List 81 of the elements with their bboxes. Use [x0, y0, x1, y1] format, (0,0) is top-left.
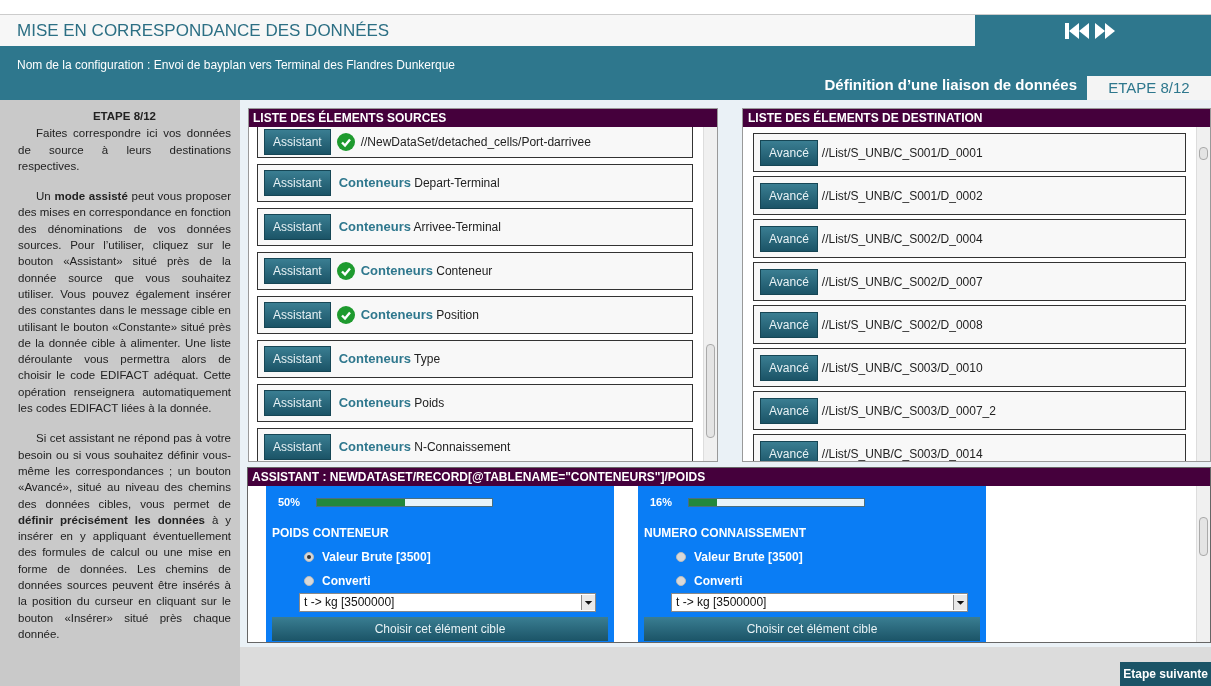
destination-row[interactable]: Avancé //List/S_UNB/C_S002/D_0008	[753, 305, 1186, 344]
option-label: Converti	[322, 572, 371, 590]
caret-icon	[953, 594, 967, 610]
source-field: Conteneurs Conteneur	[360, 261, 493, 281]
assistant-button[interactable]: Assistant	[264, 390, 331, 416]
source-row[interactable]: Assistant Conteneurs Type	[257, 340, 693, 378]
help-paragraph: Un mode assisté peut vous proposer des mises en correspondance en fonction des dénominations de vos données sources. Pour l’utiliser, cliquez sur le bouton «Assistant» situé près de la donnée source que vous souhaitez utiliser. Vous pouvez également insérer des constantes dans le message cible en utilisant le bouton «Constante» situé près de la donnée cible à alimenter. Une liste déroulante vous permettra alors de choisir le code EDIFACT adéquat. Cette opération renseignera automatiquement les codes EDIFACT liées à la donnée.	[18, 189, 231, 417]
panel-header: ASSISTANT : NEWDATASET/RECORD[@TABLENAME="CONTENEURS"]/POIDS	[248, 468, 1210, 486]
source-field: Conteneurs Depart-Terminal	[338, 173, 500, 193]
destination-row[interactable]: Avancé //List/S_UNB/C_S003/D_0014	[753, 434, 1186, 461]
assistant-button[interactable]: Assistant	[264, 170, 331, 196]
assistant-button[interactable]: Assistant	[264, 214, 331, 240]
step-title: Définition d’une liaison de données	[824, 74, 1077, 95]
destination-row[interactable]: Avancé //List/S_UNB/C_S003/D_0010	[753, 348, 1186, 387]
match-percentage: 16%	[650, 495, 674, 510]
option-label: Converti	[694, 572, 743, 590]
source-path: //NewDataSet/detached_cells/Port-darrivee	[360, 133, 591, 151]
source-row[interactable]: Assistant Conteneurs Position	[257, 296, 693, 334]
advanced-button[interactable]: Avancé	[760, 268, 818, 295]
advanced-button[interactable]: Avancé	[760, 440, 818, 461]
source-field: Conteneurs Type	[338, 349, 441, 369]
step-badge: ETAPE 8/12	[1087, 76, 1211, 100]
candidate-title: POIDS CONTENEUR	[272, 524, 390, 542]
destination-path: //List/S_UNB/C_S002/D_0007	[821, 273, 983, 291]
assistant-button[interactable]: Assistant	[264, 346, 331, 372]
help-paragraph: Faites correspondre ici vos données de source à leurs destinations respectives.	[18, 126, 231, 174]
advanced-button[interactable]: Avancé	[760, 182, 818, 209]
help-heading: ETAPE 8/12	[91, 109, 158, 124]
scrollbar[interactable]	[703, 127, 717, 461]
configuration-name: Nom de la configuration : Envoi de bayplan vers Terminal des Flandres Dunkerque	[17, 58, 456, 72]
advanced-button[interactable]: Avancé	[760, 397, 818, 424]
candidate-title: NUMERO CONNAISSEMENT	[644, 524, 807, 542]
advanced-button[interactable]: Avancé	[760, 225, 818, 252]
assistant-button[interactable]: Assistant	[264, 128, 331, 155]
assistant-button[interactable]: Assistant	[264, 302, 331, 328]
page-title: MISE EN CORRESPONDANCE DES DONNÉES	[17, 19, 390, 42]
advanced-button[interactable]: Avancé	[760, 311, 818, 338]
destination-row[interactable]: Avancé //List/S_UNB/C_S003/D_0007_2	[753, 391, 1186, 430]
destination-path: //List/S_UNB/C_S003/D_0007_2	[821, 402, 996, 420]
destination-row[interactable]: Avancé //List/S_UNB/C_S002/D_0004	[753, 219, 1186, 258]
option-label: Valeur Brute [3500]	[322, 548, 431, 566]
source-field: Conteneurs Arrivee-Terminal	[338, 217, 501, 237]
scrollbar[interactable]	[1196, 486, 1210, 642]
panel-header: LISTE DES ÉLEMENTS DE DESTINATION	[743, 109, 1210, 127]
source-row[interactable]: Assistant //NewDataSet/detached_cells/Port-darrivee	[257, 127, 693, 158]
source-row[interactable]: Assistant Conteneurs Arrivee-Terminal	[257, 208, 693, 246]
choose-target-button[interactable]: Choisir cet élément cible	[644, 616, 980, 641]
assistant-button[interactable]: Assistant	[264, 258, 331, 284]
source-field: Conteneurs Poids	[338, 393, 445, 413]
advanced-button[interactable]: Avancé	[760, 354, 818, 381]
radio-button[interactable]	[304, 551, 314, 562]
destination-path: //List/S_UNB/C_S002/D_0008	[821, 316, 983, 334]
destination-path: //List/S_UNB/C_S002/D_0004	[821, 230, 983, 248]
source-row[interactable]: Assistant Conteneurs Conteneur	[257, 252, 693, 290]
radio-button[interactable]	[304, 575, 314, 586]
source-row[interactable]: Assistant Conteneurs N-Connaissement	[257, 428, 693, 461]
choose-target-button[interactable]: Choisir cet élément cible	[272, 616, 608, 641]
caret-icon	[581, 594, 595, 610]
destination-path: //List/S_UNB/C_S003/D_0014	[821, 445, 983, 461]
help-paragraph: Si cet assistant ne répond pas à votre besoin ou si vous souhaitez définir vous-même les correspondances ; un bouton «Avancé», situé au niveau des chemins des données cibles, vous permet de définir précisément les données à y insérer en y appliquant éventuellement des formules de calcul ou une mise en forme de données. Les chemins de données sources peuvent être insérés à la position du curseur en cliquant sur le bouton «Insérer» situé près chaque donnée.	[18, 431, 231, 642]
scrollbar[interactable]	[1196, 127, 1210, 461]
destination-row[interactable]: Avancé //List/S_UNB/C_S001/D_0002	[753, 176, 1186, 215]
destination-row[interactable]: Avancé //List/S_UNB/C_S002/D_0007	[753, 262, 1186, 301]
conversion-dropdown[interactable]: t -> kg [3500000]	[299, 592, 596, 612]
source-field: Conteneurs Position	[360, 305, 479, 325]
next-step-button[interactable]: Etape suivante	[1120, 662, 1211, 686]
destination-row[interactable]: Avancé //List/S_UNB/C_S001/D_0001	[753, 133, 1186, 172]
match-percentage: 50%	[278, 495, 302, 510]
source-field: Conteneurs N-Connaissement	[338, 437, 511, 457]
option-label: Valeur Brute [3500]	[694, 548, 803, 566]
radio-button[interactable]	[676, 575, 686, 586]
source-row[interactable]: Assistant Conteneurs Poids	[257, 384, 693, 422]
radio-button[interactable]	[676, 551, 686, 562]
advanced-button[interactable]: Avancé	[760, 139, 818, 166]
panel-header: LISTE DES ÉLEMENTS SOURCES	[249, 109, 717, 127]
destination-path: //List/S_UNB/C_S001/D_0001	[821, 144, 983, 162]
destination-path: //List/S_UNB/C_S003/D_0010	[821, 359, 983, 377]
destination-path: //List/S_UNB/C_S001/D_0002	[821, 187, 983, 205]
assistant-button[interactable]: Assistant	[264, 434, 331, 460]
conversion-dropdown[interactable]: t -> kg [3500000]	[671, 592, 968, 612]
source-row[interactable]: Assistant Conteneurs Depart-Terminal	[257, 164, 693, 202]
